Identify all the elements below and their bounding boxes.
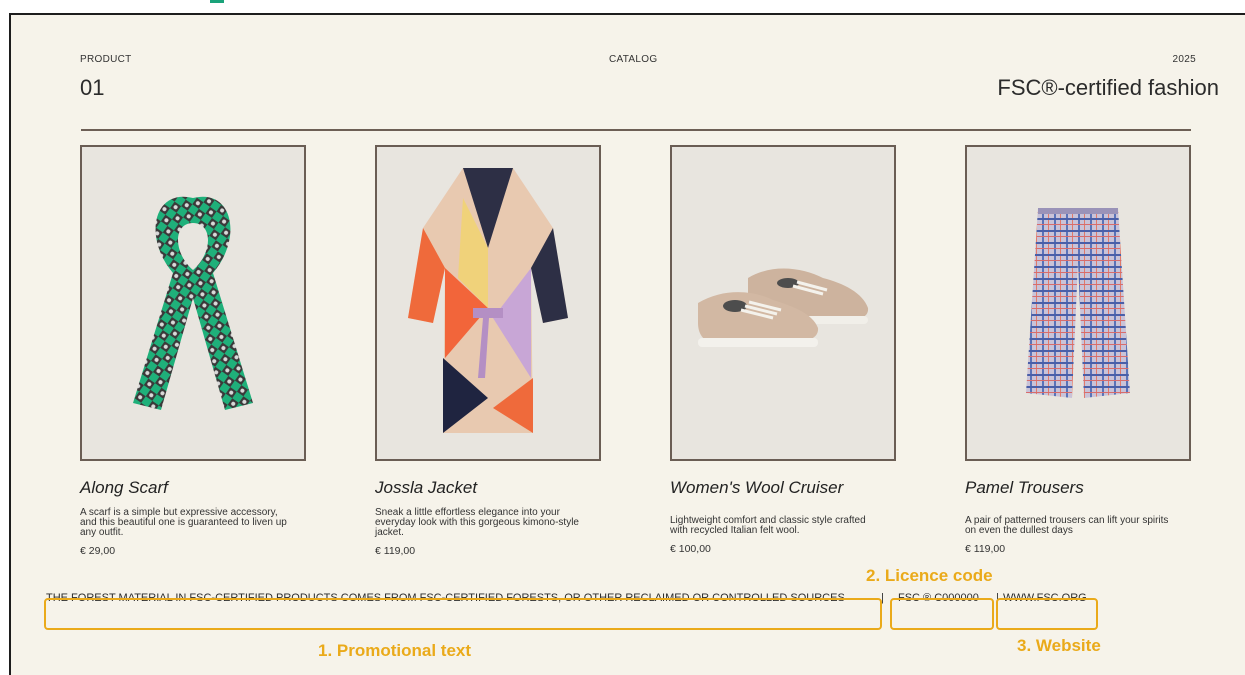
top-accent-mark [210,0,224,3]
product-card[interactable]: Jossla Jacket Sneak a little effortless … [375,145,601,557]
product-image-frame[interactable] [375,145,601,461]
licence-callout-label: 2. Licence code [866,566,993,585]
product-card[interactable]: Pamel Trousers A pair of patterned trous… [965,145,1191,555]
product-description: A pair of patterned trousers can lift yo… [965,515,1169,536]
product-title: Jossla Jacket [375,478,478,497]
product-description: A scarf is a simple but expressive acces… [80,507,287,538]
product-card[interactable]: Women's Wool Cruiser Lightweight comfort… [670,145,896,555]
product-description: Lightweight comfort and classic style cr… [670,515,866,536]
product-price: € 119,00 [375,545,416,557]
header-catalog-label: CATALOG [609,54,658,65]
product-price: € 100,00 [670,543,711,555]
promo-callout-label: 1. Promotional text [318,641,472,660]
product-title: Along Scarf [80,478,168,497]
header-product-label: PRODUCT [80,54,132,65]
product-image-frame[interactable] [80,145,306,461]
product-price: € 119,00 [965,543,1006,555]
catalog-page: PRODUCT 01 CATALOG 2025 FSC®-certified f… [9,13,1245,675]
plaid-trousers-image [1026,208,1130,398]
header-year: 2025 [1172,54,1196,65]
wool-sneakers-image [698,268,869,347]
scarf-image [133,196,253,410]
website-highlight [996,598,1098,630]
product-image-frame[interactable] [670,145,896,461]
header-title: FSC®-certified fashion [997,75,1219,100]
header-product-number: 01 [80,75,105,100]
product-description: Sneak a little effortless elegance into … [375,507,579,538]
product-title: Pamel Trousers [965,478,1084,497]
kimono-jacket-image [408,168,568,433]
product-price: € 29,00 [80,545,116,557]
product-card[interactable]: Along Scarf A scarf is a simple but expr… [80,145,306,557]
website-callout-label: 3. Website [1017,636,1101,655]
product-image-frame[interactable] [965,145,1191,461]
licence-code-highlight [890,598,994,630]
header-rule [81,129,1191,131]
promo-text-highlight [44,598,882,630]
product-title: Women's Wool Cruiser [670,478,844,497]
